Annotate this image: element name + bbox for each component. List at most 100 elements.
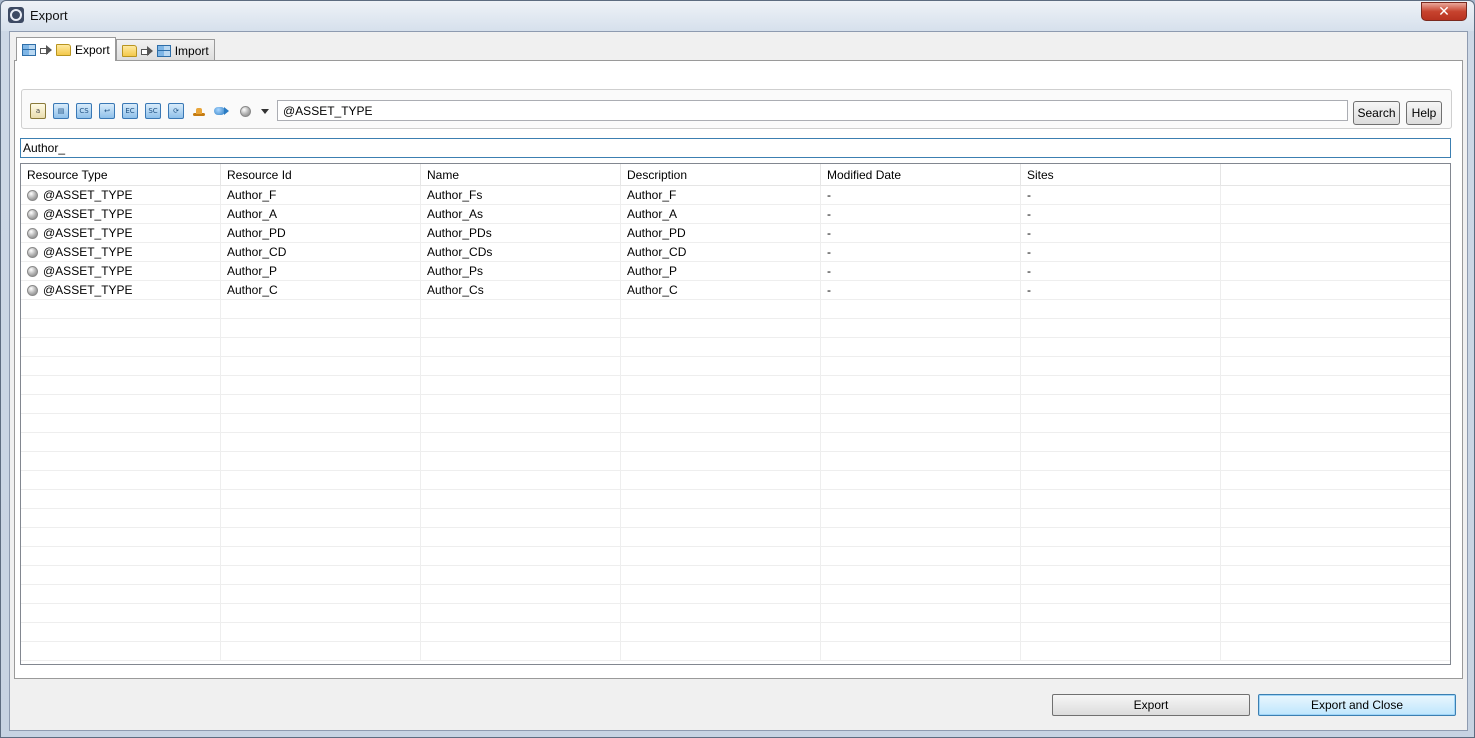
export-and-close-button[interactable]: Export and Close <box>1258 694 1456 716</box>
link-icon[interactable]: ↩ <box>99 103 115 119</box>
table-cell-sites <box>1021 490 1221 508</box>
table-row[interactable]: @ASSET_TYPE Author_PD Author_PDs Author_PD -… <box>21 224 1450 243</box>
table-cell-text: @ASSET_TYPE <box>43 245 133 259</box>
table-cell-filler <box>1221 604 1450 622</box>
export-button[interactable]: Export <box>1052 694 1250 716</box>
tab-import[interactable]: Import <box>115 39 215 61</box>
column-header-resource-type[interactable]: Resource Type <box>21 164 221 186</box>
table-cell-description <box>621 300 821 318</box>
tab-export-label: Export <box>75 42 110 57</box>
table-cell-type <box>21 395 221 413</box>
table-header: Resource Type Resource Id Name Descripti… <box>21 164 1450 186</box>
table-cell-modified <box>821 566 1021 584</box>
table-cell-name: Author_PDs <box>421 224 621 242</box>
table-cell-filler <box>1221 623 1450 641</box>
table-cell-type <box>21 414 221 432</box>
column-header-modified-date[interactable]: Modified Date <box>821 164 1021 186</box>
table-cell-type: @ASSET_TYPE <box>21 243 221 261</box>
table-cell-sites <box>1021 471 1221 489</box>
empty-table-row <box>21 357 1450 376</box>
table-cell-name <box>421 357 621 375</box>
table-cell-description: Author_P <box>621 262 821 280</box>
table-cell-modified: - <box>821 186 1021 204</box>
table-cell-sites <box>1021 357 1221 375</box>
table-cell-modified <box>821 471 1021 489</box>
table-cell-modified <box>821 509 1021 527</box>
table-cell-modified: - <box>821 262 1021 280</box>
table-cell-name <box>421 547 621 565</box>
table-cell-type: @ASSET_TYPE <box>21 205 221 223</box>
table-cell-name <box>421 566 621 584</box>
table-cell-id: Author_C <box>221 281 421 299</box>
table-cell-sites <box>1021 452 1221 470</box>
empty-table-row <box>21 452 1450 471</box>
list-icon[interactable]: ▤ <box>53 103 69 119</box>
empty-table-row <box>21 642 1450 661</box>
folder-icon <box>56 43 71 56</box>
empty-table-row <box>21 471 1450 490</box>
sc-icon[interactable]: SC <box>145 103 161 119</box>
table-cell-sites: - <box>1021 224 1221 242</box>
table-cell-description <box>621 490 821 508</box>
table-cell-filler <box>1221 471 1450 489</box>
search-button[interactable]: Search <box>1353 101 1400 125</box>
table-cell-text: @ASSET_TYPE <box>43 283 133 297</box>
column-header-description[interactable]: Description <box>621 164 821 186</box>
column-header-resource-id[interactable]: Resource Id <box>221 164 421 186</box>
help-button[interactable]: Help <box>1406 101 1442 125</box>
column-header-name[interactable]: Name <box>421 164 621 186</box>
table-cell-modified <box>821 452 1021 470</box>
title-bar[interactable]: Export ✕ <box>1 1 1474 31</box>
table-cell-description <box>621 471 821 489</box>
table-cell-filler <box>1221 642 1450 660</box>
table-row[interactable]: @ASSET_TYPE Author_P Author_Ps Author_P - - <box>21 262 1450 281</box>
filter-input[interactable] <box>20 138 1451 158</box>
hat-icon[interactable] <box>191 103 207 119</box>
asset-type-input[interactable] <box>277 100 1348 121</box>
table-cell-type <box>21 357 221 375</box>
chevron-down-icon[interactable] <box>260 103 270 119</box>
empty-table-row <box>21 338 1450 357</box>
table-cell-name <box>421 319 621 337</box>
table-cell-description <box>621 509 821 527</box>
arrow-right-icon <box>40 44 52 56</box>
column-header-sites[interactable]: Sites <box>1021 164 1221 186</box>
table-cell-name <box>421 604 621 622</box>
table-cell-type <box>21 338 221 356</box>
table-row[interactable]: @ASSET_TYPE Author_A Author_As Author_A - - <box>21 205 1450 224</box>
table-row[interactable]: @ASSET_TYPE Author_CD Author_CDs Author_CD -… <box>21 243 1450 262</box>
pill-icon[interactable] <box>214 103 230 119</box>
gray-ball-icon[interactable] <box>237 103 253 119</box>
table-cell-name <box>421 585 621 603</box>
table-cell-name <box>421 433 621 451</box>
document-icon[interactable]: a <box>30 103 46 119</box>
table-cell-name <box>421 642 621 660</box>
table-cell-id: Author_A <box>221 205 421 223</box>
table-cell-type <box>21 528 221 546</box>
table-row[interactable]: @ASSET_TYPE Author_C Author_Cs Author_C - - <box>21 281 1450 300</box>
table-cell-filler <box>1221 338 1450 356</box>
table-cell-type <box>21 509 221 527</box>
table-row[interactable]: @ASSET_TYPE Author_F Author_Fs Author_F - - <box>21 186 1450 205</box>
refresh-icon[interactable]: ⟳ <box>168 103 184 119</box>
table-cell-modified <box>821 357 1021 375</box>
table-cell-id <box>221 357 421 375</box>
tab-strip: Export Import <box>16 37 215 61</box>
table-cell-modified <box>821 376 1021 394</box>
cs-icon[interactable]: CS <box>76 103 92 119</box>
close-button[interactable]: ✕ <box>1421 2 1467 21</box>
table-cell-description: Author_C <box>621 281 821 299</box>
table-cell-description <box>621 395 821 413</box>
empty-table-row <box>21 376 1450 395</box>
table-cell-description: Author_F <box>621 186 821 204</box>
table-cell-description <box>621 338 821 356</box>
table-cell-id <box>221 547 421 565</box>
ball-shape <box>239 105 251 117</box>
table-cell-description <box>621 376 821 394</box>
tab-export[interactable]: Export <box>16 37 116 61</box>
table-cell-type <box>21 433 221 451</box>
app-icon <box>8 7 24 23</box>
gray-ball-icon <box>27 227 38 239</box>
table-cell-filler <box>1221 357 1450 375</box>
ec-icon[interactable]: EC <box>122 103 138 119</box>
